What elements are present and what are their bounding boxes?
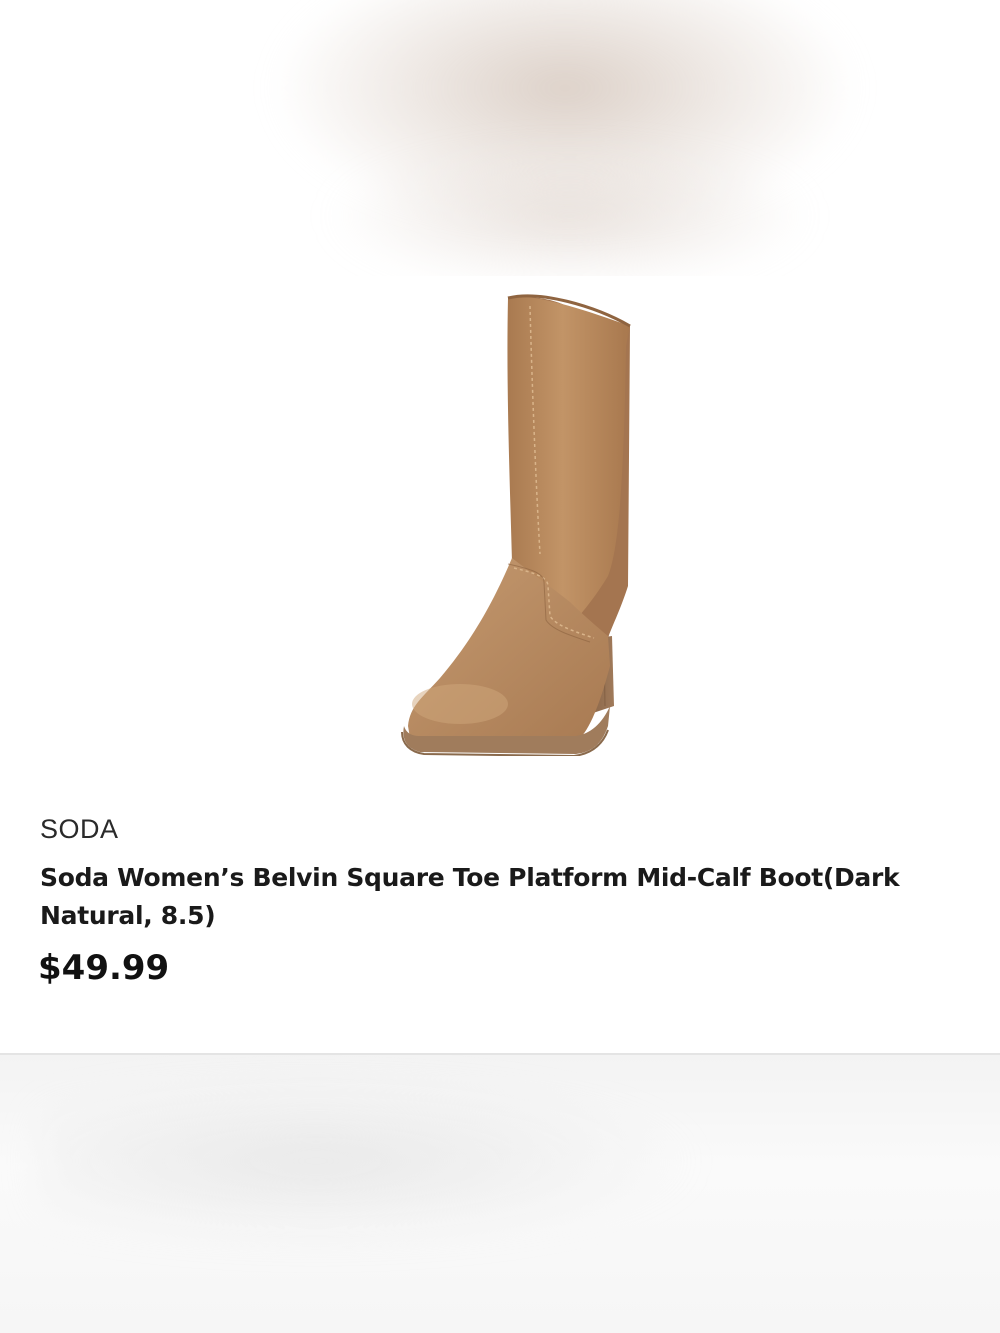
product-price: $49.99	[38, 948, 170, 988]
brand-label: SODA	[40, 814, 119, 844]
blurred-background-bottom	[0, 1055, 1000, 1333]
screen: SODA Soda Women’s Belvin Square Toe Plat…	[0, 0, 1000, 1333]
product-title[interactable]: Soda Women’s Belvin Square Toe Platform …	[40, 859, 980, 935]
blur-shape	[40, 1065, 960, 1305]
product-card[interactable]: SODA Soda Women’s Belvin Square Toe Plat…	[0, 276, 1000, 1053]
blur-shape	[300, 120, 840, 276]
blurred-background-top	[0, 0, 1000, 276]
boot-image[interactable]	[380, 286, 650, 756]
